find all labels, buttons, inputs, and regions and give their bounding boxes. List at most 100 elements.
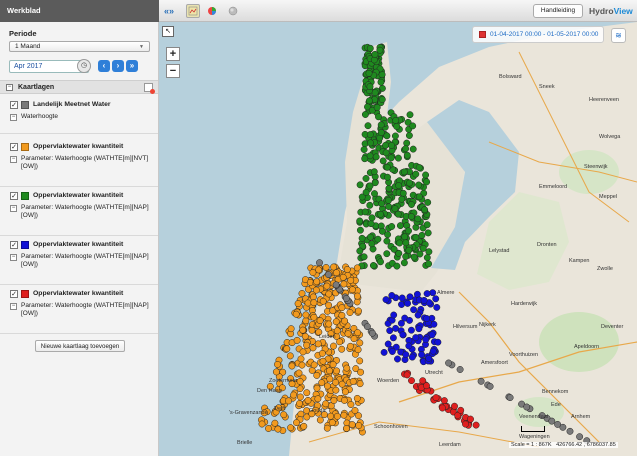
- measurement-point[interactable]: [415, 193, 423, 201]
- measurement-point[interactable]: [319, 357, 327, 365]
- measurement-point[interactable]: [340, 396, 348, 404]
- measurement-point[interactable]: [325, 301, 333, 309]
- map-view[interactable]: ↖ + − 01-04-2017 00:00 - 01-05-2017 00:0…: [159, 22, 637, 456]
- measurement-point[interactable]: [366, 201, 374, 209]
- measurement-point[interactable]: [368, 214, 376, 222]
- measurement-point[interactable]: [440, 397, 448, 405]
- measurement-point[interactable]: [368, 240, 376, 248]
- measurement-point[interactable]: [393, 123, 401, 130]
- measurement-point[interactable]: [297, 355, 305, 363]
- measurement-point[interactable]: [356, 226, 364, 234]
- measurement-point[interactable]: [408, 353, 416, 361]
- measurement-point[interactable]: [271, 419, 279, 427]
- measurement-point[interactable]: [363, 323, 371, 331]
- measurement-point[interactable]: [374, 235, 382, 243]
- measurement-point[interactable]: [377, 258, 384, 266]
- measurement-point[interactable]: [356, 339, 364, 347]
- measurement-point[interactable]: [418, 231, 426, 239]
- measurement-point[interactable]: [325, 271, 332, 279]
- measurement-point[interactable]: [418, 351, 426, 359]
- measurement-point[interactable]: [366, 131, 374, 139]
- measurement-point[interactable]: [423, 178, 431, 186]
- help-button[interactable]: Handleiding: [533, 4, 583, 18]
- measurement-point[interactable]: [370, 168, 378, 176]
- measurement-point[interactable]: [308, 326, 316, 334]
- measurement-point[interactable]: [393, 262, 401, 270]
- measurement-point[interactable]: [402, 145, 410, 153]
- measurement-point[interactable]: [356, 357, 364, 365]
- measurement-point[interactable]: [364, 122, 372, 130]
- measurement-point[interactable]: [424, 198, 432, 206]
- globe-icon[interactable]: [226, 4, 240, 18]
- measurement-point[interactable]: [477, 377, 485, 385]
- add-layer-icon[interactable]: [144, 83, 155, 94]
- measurement-point[interactable]: [457, 406, 465, 414]
- measurement-point[interactable]: [332, 386, 340, 394]
- measurement-point[interactable]: [396, 239, 404, 247]
- measurement-point[interactable]: [340, 280, 348, 288]
- measurement-point[interactable]: [356, 181, 364, 189]
- measurement-point[interactable]: [402, 239, 410, 247]
- measurement-point[interactable]: [360, 146, 368, 153]
- measurement-point[interactable]: [353, 264, 361, 272]
- measurement-point[interactable]: [293, 336, 301, 344]
- measurement-point[interactable]: [410, 253, 418, 261]
- measurement-point[interactable]: [290, 391, 298, 399]
- measurement-point[interactable]: [354, 346, 362, 354]
- measurement-point[interactable]: [340, 411, 348, 419]
- measurement-point[interactable]: [405, 132, 413, 139]
- measurement-point[interactable]: [424, 229, 432, 237]
- measurement-point[interactable]: [288, 362, 296, 370]
- measurement-point[interactable]: [315, 266, 323, 274]
- measurement-point[interactable]: [349, 377, 357, 385]
- measurement-point[interactable]: [296, 393, 304, 401]
- measurement-point[interactable]: [388, 142, 396, 149]
- layer-checkbox[interactable]: ✓: [10, 240, 18, 249]
- measurement-point[interactable]: [548, 417, 556, 425]
- measurement-point[interactable]: [382, 149, 390, 157]
- measurement-point[interactable]: [362, 175, 370, 182]
- expand-icon[interactable]: −: [10, 156, 17, 163]
- layer-checkbox[interactable]: ✓: [10, 100, 18, 109]
- measurement-point[interactable]: [412, 334, 420, 342]
- measurement-point[interactable]: [371, 190, 378, 198]
- measurement-point[interactable]: [343, 266, 351, 273]
- measurement-point[interactable]: [304, 396, 312, 404]
- measurement-point[interactable]: [294, 300, 302, 308]
- measurement-point[interactable]: [341, 388, 349, 396]
- periode-select[interactable]: 1 Maand ▼: [9, 41, 150, 52]
- measurement-point[interactable]: [404, 299, 412, 307]
- measurement-point[interactable]: [313, 384, 321, 392]
- measurement-point[interactable]: [456, 366, 464, 373]
- measurement-point[interactable]: [366, 83, 374, 91]
- measurement-point[interactable]: [365, 69, 373, 77]
- measurement-point[interactable]: [287, 424, 295, 432]
- measurement-point[interactable]: [326, 375, 334, 383]
- measurement-point[interactable]: [302, 311, 310, 319]
- measurement-point[interactable]: [339, 273, 347, 281]
- measurement-point[interactable]: [506, 394, 514, 402]
- measurement-point[interactable]: [330, 342, 337, 350]
- measurement-point[interactable]: [304, 299, 312, 307]
- measurement-point[interactable]: [325, 290, 333, 298]
- measurement-point[interactable]: [423, 254, 431, 262]
- measurement-point[interactable]: [384, 231, 392, 239]
- measurement-point[interactable]: [402, 253, 410, 260]
- measurement-point[interactable]: [406, 111, 414, 119]
- measurement-point[interactable]: [346, 342, 354, 350]
- previous-period-button[interactable]: ‹: [98, 60, 110, 72]
- measurement-point[interactable]: [414, 215, 422, 223]
- measurement-point[interactable]: [302, 317, 310, 325]
- measurement-point[interactable]: [365, 97, 373, 105]
- measurement-point[interactable]: [425, 248, 433, 256]
- measurement-point[interactable]: [408, 377, 415, 385]
- measurement-point[interactable]: [301, 332, 309, 340]
- measurement-point[interactable]: [387, 154, 395, 162]
- measurement-point[interactable]: [377, 210, 384, 218]
- measurement-point[interactable]: [338, 311, 346, 319]
- measurement-point[interactable]: [299, 326, 307, 334]
- collapse-icon[interactable]: −: [6, 84, 13, 91]
- measurement-point[interactable]: [346, 309, 354, 316]
- measurement-point[interactable]: [325, 320, 333, 328]
- measurement-point[interactable]: [415, 164, 423, 171]
